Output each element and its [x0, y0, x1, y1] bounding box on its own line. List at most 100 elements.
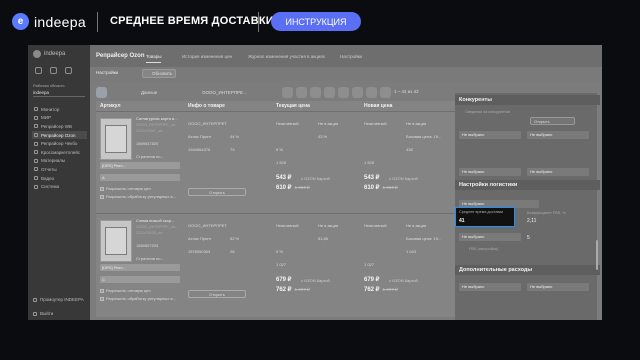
gear-icon[interactable]	[338, 87, 349, 98]
instruction-button[interactable]: ИНСТРУКЦИЯ	[271, 12, 361, 31]
view-icon[interactable]	[282, 87, 293, 98]
download-icon[interactable]	[352, 87, 363, 98]
product-image[interactable]	[100, 220, 132, 262]
extra-cost-select-1[interactable]: Не выбрано	[459, 283, 521, 291]
logistics-section-title: Настройки логистики	[455, 180, 600, 190]
product-image[interactable]	[100, 118, 132, 160]
current-value-a: 5 %	[276, 147, 283, 152]
fbs-ratio-value[interactable]: 2,11	[527, 218, 536, 224]
extra-select[interactable]: С	[100, 276, 180, 283]
new-price: 762 ₽1 467 ₽	[364, 287, 398, 293]
logo-icon: e	[12, 13, 29, 30]
strategy-select[interactable]: [DRS] Рекл...	[100, 264, 180, 271]
column-header-current-price[interactable]: Текущая цена	[276, 101, 310, 111]
new-price: 610 ₽1 454 ₽	[364, 185, 398, 191]
competitor-select-1[interactable]: Не выбрано	[459, 131, 521, 139]
grid-icon[interactable]	[366, 87, 377, 98]
current-price: 610 ₽1 454 ₽	[276, 185, 310, 191]
new-base-price: Базовая цена: 19...	[406, 236, 442, 241]
panel-scrollbar[interactable]	[596, 240, 598, 270]
ozon-card-label: с OZON Картой	[389, 176, 418, 181]
search-chip[interactable]: ОООО_ИНТЕРПРЕ…	[202, 90, 247, 95]
list-icon[interactable]	[380, 87, 391, 98]
filter-icon[interactable]	[96, 87, 107, 98]
extra-costs-section-title: Дополнительные расходы	[455, 265, 600, 275]
competitor-select-3[interactable]: Не выбрано	[459, 168, 521, 176]
new-value-a: 1 043	[406, 249, 417, 254]
column-header-article[interactable]: Артикул	[100, 101, 121, 111]
wholesale-checkbox[interactable]: Разрешить оптовую цен	[100, 186, 151, 191]
current-value-a: 5 %	[276, 249, 283, 254]
product-id: 1576950303	[188, 249, 211, 254]
current-ozon-price: 679 ₽	[276, 277, 292, 283]
new-base-price: Базовая цена: 19...	[406, 134, 442, 139]
competitors-label: Сведения за конкурентов	[465, 110, 510, 114]
extra-select[interactable]: А	[100, 174, 180, 181]
ozon-card-label: с OZON Картой	[301, 176, 330, 181]
fbs-setting-label: FBS (настройка)	[469, 247, 499, 251]
current-discount: 51,85	[318, 236, 329, 241]
divider	[258, 12, 259, 32]
current-value-b: 1 525	[276, 160, 287, 165]
strategy-label: Стратегия по...	[136, 154, 164, 159]
ozon-card-label: с OZON Картой	[389, 278, 418, 283]
stock-value: 73	[230, 147, 235, 152]
open-button[interactable]: Открыть	[188, 188, 246, 196]
product-article: ОООО_ИНТЕРПРЕ_шт...	[136, 225, 178, 229]
brand-name: Атлас Принт	[188, 134, 212, 139]
strategy-label: Стратегия по...	[136, 256, 164, 261]
stock-value: 28	[230, 249, 235, 254]
pagination-info: 1 – 42 из 42	[394, 89, 419, 94]
column-header-new-price[interactable]: Новая цена	[364, 101, 392, 111]
current-promo-flag: Не в акции	[318, 223, 339, 228]
margin-value: 52 %	[230, 236, 240, 241]
products-table: Артикул Инфо о товаре Текущая цена Новая…	[96, 101, 455, 317]
new-value-b: 1 027	[364, 262, 375, 267]
divider	[97, 12, 98, 32]
product-id: 1944064376	[188, 147, 211, 152]
new-value-a: 438	[406, 147, 413, 152]
column-header-info[interactable]: Инфо о товаре	[188, 101, 225, 111]
avg-delivery-time-field[interactable]: Среднее время доставки 41	[455, 207, 515, 227]
top-banner: e indeepa СРЕДНЕЕ ВРЕМЯ ДОСТАВКИ ИНСТРУК…	[0, 0, 640, 44]
table-row[interactable]: Сигнатурная карта в... ОООО_ИНТЕРПРЕ_шт.…	[96, 111, 455, 213]
fbs-ratio-label: Коэффициент FBS, %	[527, 211, 566, 215]
table-toolbar: Данные ОООО_ИНТЕРПРЕ…	[96, 87, 441, 99]
new-status: Неактивный	[364, 223, 387, 228]
product-code: 2231470233_шт...	[136, 231, 166, 235]
product-sku: 1569537820	[136, 141, 159, 146]
product-name[interactable]: Схема низкой скор...	[136, 218, 174, 223]
extra-cost-select-2[interactable]: Не выбрано	[527, 283, 589, 291]
data-filter-chip[interactable]: Данные	[141, 90, 157, 95]
new-status: Неактивный	[364, 121, 387, 126]
sort-icon[interactable]	[324, 87, 335, 98]
strategy-select[interactable]: [DRS] Рекл...	[100, 162, 180, 169]
open-button[interactable]: Открыть	[188, 290, 246, 298]
current-value-b: 1 027	[276, 262, 287, 267]
table-row[interactable]: Схема низкой скор... ОООО_ИНТЕРПРЕ_шт...…	[96, 213, 455, 315]
competitor-select-4[interactable]: Не выбрано	[527, 168, 589, 176]
product-name[interactable]: Сигнатурная карта в...	[136, 116, 177, 121]
tag-icon[interactable]	[310, 87, 321, 98]
logistics-sub-value[interactable]: 5	[527, 235, 530, 241]
wholesale-checkbox[interactable]: Разрешить оптовую цен	[100, 288, 151, 293]
logistics-select-2[interactable]: Не выбрано	[459, 233, 521, 241]
product-sku: 1569507203	[136, 243, 159, 248]
seller-name: ОООО_ИНТЕРПРЕТ	[188, 223, 227, 228]
brand-name: Атлас Принт	[188, 236, 212, 241]
regular-promo-checkbox[interactable]: Разрешить обработку регулярных а...	[100, 296, 176, 301]
columns-icon[interactable]	[296, 87, 307, 98]
current-promo-flag: Не в акции	[318, 121, 339, 126]
new-promo-flag: Не в акции	[406, 223, 427, 228]
undo-icon[interactable]	[110, 87, 121, 98]
ozon-card-label: с OZON Картой	[301, 278, 330, 283]
page-title: СРЕДНЕЕ ВРЕМЯ ДОСТАВКИ	[110, 15, 274, 27]
new-promo-flag: Не в акции	[406, 121, 427, 126]
current-status: Неактивный	[276, 223, 299, 228]
logo-text: indeepa	[34, 13, 86, 30]
competitors-open-button[interactable]: Открыть	[530, 117, 575, 125]
competitor-select-2[interactable]: Не выбрано	[527, 131, 589, 139]
regular-promo-checkbox[interactable]: Разрешить обработку регулярных а...	[100, 194, 176, 199]
competitors-section-title: Конкуренты	[455, 95, 600, 105]
new-value-b: 1 525	[364, 160, 375, 165]
